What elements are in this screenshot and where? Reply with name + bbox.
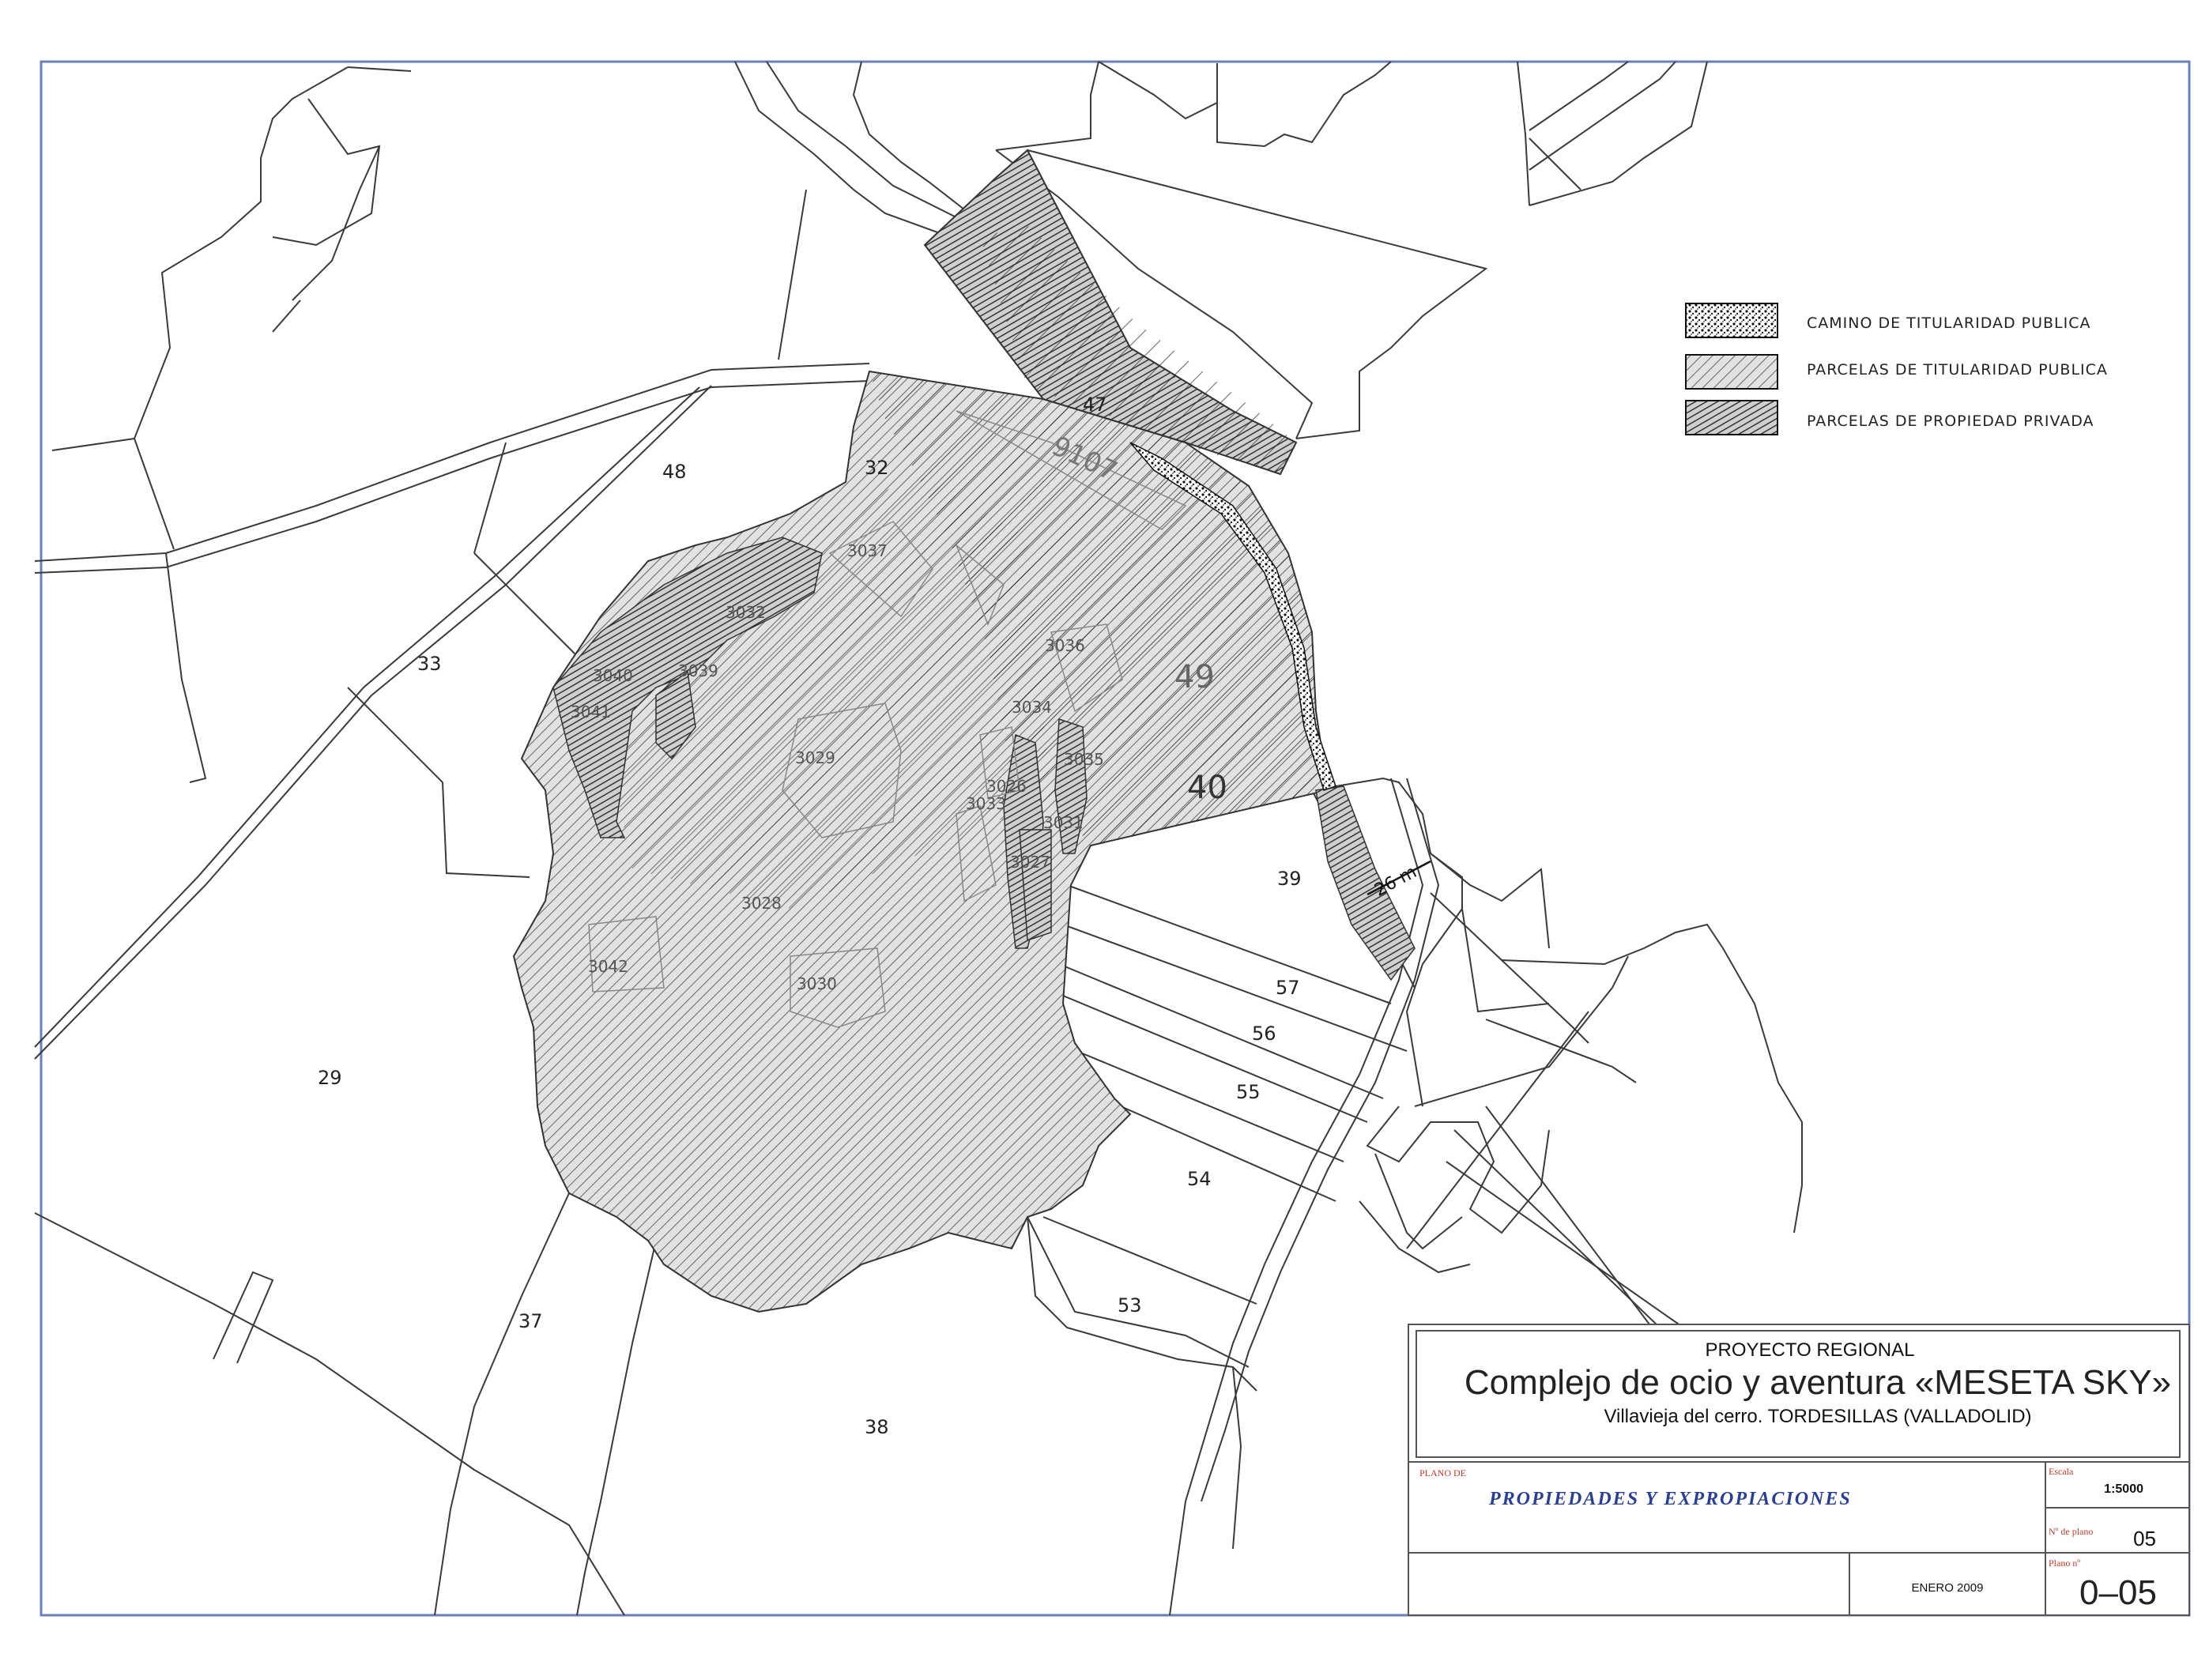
project-location: Villavieja del cerro. TORDESILLAS (VALLA… bbox=[1604, 1406, 2031, 1427]
parcel-label: 37 bbox=[518, 1310, 543, 1332]
subparcel-label: 3032 bbox=[726, 603, 766, 622]
legend-swatch-public-parcel bbox=[1685, 354, 1778, 390]
subparcel-label: 3033 bbox=[966, 794, 1006, 813]
parcel-label: 48 bbox=[662, 461, 687, 483]
legend: CAMINO DE TITULARIDAD PUBLICA PARCELAS D… bbox=[1685, 303, 2108, 435]
legend-label-public-parcel: PARCELAS DE TITULARIDAD PUBLICA bbox=[1807, 361, 2108, 379]
sheet-number: 0–05 bbox=[2079, 1573, 2157, 1612]
subparcel-label: 3027 bbox=[1010, 853, 1050, 872]
plan-date: ENERO 2009 bbox=[1912, 1581, 1984, 1595]
legend-swatch-private-parcel bbox=[1685, 400, 1778, 435]
parcel-label: 54 bbox=[1187, 1168, 1212, 1190]
parcel-label: 55 bbox=[1236, 1081, 1261, 1103]
subparcel-label: 3041 bbox=[571, 703, 611, 721]
subparcel-label: 3026 bbox=[986, 777, 1027, 796]
subparcel-label: 3031 bbox=[1043, 813, 1084, 832]
parcel-label: 29 bbox=[318, 1067, 342, 1089]
parcel-label: 53 bbox=[1118, 1294, 1142, 1317]
plan-number-label: Nº de plano bbox=[2049, 1526, 2093, 1537]
subparcel-label: 3040 bbox=[593, 666, 633, 685]
legend-label-public-road: CAMINO DE TITULARIDAD PUBLICA bbox=[1807, 315, 2091, 332]
subparcel-label: 3035 bbox=[1064, 750, 1104, 769]
subparcel-label: 3036 bbox=[1045, 636, 1085, 655]
subparcel-label: 3029 bbox=[795, 748, 835, 767]
parcel-label: 38 bbox=[865, 1416, 889, 1438]
plan-title: PROPIEDADES Y EXPROPIACIONES bbox=[1488, 1489, 1852, 1509]
scale-value: 1:5000 bbox=[2104, 1482, 2143, 1496]
subparcel-label: 3042 bbox=[588, 957, 628, 976]
parcel-label: 49 bbox=[1174, 659, 1215, 695]
subparcel-label: 3037 bbox=[847, 541, 888, 560]
cadastral-map: 48 33 29 37 38 53 54 55 56 57 39 32 47 4… bbox=[34, 60, 2191, 1617]
subparcel-label: 3039 bbox=[678, 661, 718, 680]
parcel-label: 32 bbox=[865, 457, 889, 479]
parcel-label: 47 bbox=[1083, 394, 1107, 416]
project-name: Complejo de ocio y aventura «MESETA SKY» bbox=[1465, 1363, 2171, 1402]
sheet-label: Plano nº bbox=[2049, 1558, 2080, 1569]
scale-label: Escala bbox=[2049, 1466, 2074, 1477]
parcel-label: 33 bbox=[417, 653, 442, 675]
plan-label: PLANO DE bbox=[1419, 1467, 1466, 1478]
legend-label-private-parcel: PARCELAS DE PROPIEDAD PRIVADA bbox=[1807, 412, 2094, 430]
project-type: PROYECTO REGIONAL bbox=[1706, 1339, 1915, 1361]
parcel-label: 39 bbox=[1277, 868, 1302, 890]
title-block: PROYECTO REGIONAL Complejo de ocio y ave… bbox=[1408, 1324, 2190, 1616]
subparcel-label: 3028 bbox=[741, 894, 782, 913]
parcel-label: 56 bbox=[1252, 1023, 1276, 1045]
plan-number: 05 bbox=[2133, 1527, 2156, 1550]
parcel-label: 40 bbox=[1187, 770, 1227, 806]
road-width-label: 26 m bbox=[1371, 862, 1420, 901]
parcel-label: 57 bbox=[1276, 977, 1300, 999]
subparcel-label: 3030 bbox=[797, 974, 837, 993]
subparcel-label: 3034 bbox=[1012, 698, 1052, 717]
legend-swatch-public-road bbox=[1685, 303, 1778, 338]
